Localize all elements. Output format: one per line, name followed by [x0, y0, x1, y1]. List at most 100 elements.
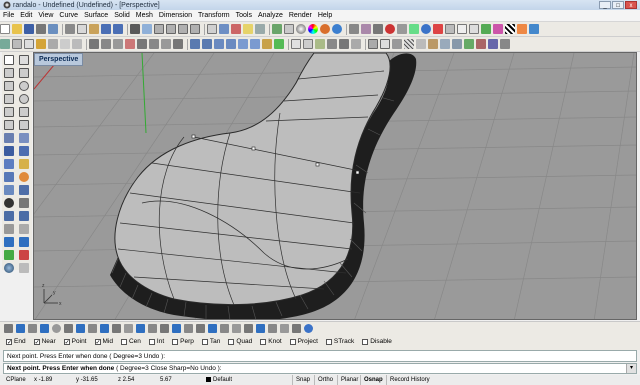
near-snap-icon[interactable] [16, 324, 25, 333]
snap-help-icon[interactable] [304, 324, 313, 333]
cen-snap-icon[interactable] [52, 324, 61, 333]
render-icon[interactable] [433, 24, 443, 34]
int-snap-icon[interactable] [64, 324, 73, 333]
move-icon[interactable] [190, 39, 200, 49]
environment-icon[interactable] [332, 24, 342, 34]
object-properties-icon[interactable] [12, 39, 22, 49]
ellipse-icon[interactable] [19, 94, 29, 104]
cap-icon[interactable] [500, 39, 510, 49]
insert-knot-icon[interactable] [327, 39, 337, 49]
perspective-viewport[interactable]: Perspective x y z [33, 52, 637, 320]
record-icon[interactable] [385, 24, 395, 34]
rendered-view-icon[interactable] [231, 24, 241, 34]
osnap-disable-checkbox[interactable] [362, 338, 369, 345]
menu-surface[interactable]: Surface [81, 12, 111, 19]
tan-snap-icon[interactable] [88, 324, 97, 333]
offset-icon[interactable] [161, 39, 171, 49]
leader-icon[interactable] [392, 39, 402, 49]
command-prompt[interactable]: Next point. Press Enter when done ( Degr… [3, 363, 637, 374]
chamfer-icon[interactable] [149, 39, 159, 49]
degree-icon[interactable] [445, 24, 455, 34]
track-snap-icon[interactable] [136, 324, 145, 333]
group-icon[interactable] [440, 39, 450, 49]
flow-icon[interactable] [274, 39, 284, 49]
boolean-union-icon[interactable] [464, 39, 474, 49]
osnap-near[interactable]: ✓ Near [33, 338, 56, 346]
options-icon[interactable] [397, 24, 407, 34]
osnap-tan-checkbox[interactable] [201, 338, 208, 345]
properties-icon[interactable] [284, 24, 294, 34]
osnap-point[interactable]: ✓ Point [63, 338, 87, 346]
rotate-view-icon[interactable] [142, 24, 152, 34]
select-all-icon[interactable] [255, 24, 265, 34]
layer-indicator[interactable]: Default [206, 375, 232, 385]
between-snap-icon[interactable] [196, 324, 205, 333]
osnap-end[interactable]: ✓ End [6, 338, 26, 346]
osnap-project-checkbox[interactable] [289, 338, 296, 345]
array-icon[interactable] [250, 39, 260, 49]
cone-icon[interactable] [19, 185, 29, 195]
offset-curve-icon[interactable] [19, 120, 29, 130]
osnap-knot[interactable]: Knot [260, 338, 282, 345]
free-form-icon[interactable] [4, 120, 14, 130]
close-button[interactable]: x [625, 1, 637, 9]
import-icon[interactable] [48, 24, 58, 34]
color-wheel-icon[interactable] [308, 24, 318, 34]
menu-transform[interactable]: Transform [195, 12, 233, 19]
network-srf-icon[interactable] [19, 159, 29, 169]
xray-view-icon[interactable] [469, 24, 479, 34]
polyline-icon[interactable] [4, 68, 14, 78]
menu-help[interactable]: Help [315, 12, 335, 19]
dimension-tool-icon[interactable] [4, 224, 14, 234]
zoom-extents-icon[interactable] [178, 24, 188, 34]
edit-point-icon[interactable] [339, 39, 349, 49]
osnap-strack-checkbox[interactable] [325, 338, 332, 345]
end-snap-icon[interactable] [4, 324, 13, 333]
point-icon[interactable] [19, 55, 29, 65]
mid-snap-icon[interactable] [40, 324, 49, 333]
scale-icon[interactable] [226, 39, 236, 49]
ortho-snap-icon[interactable] [268, 324, 277, 333]
redo-icon[interactable] [113, 24, 123, 34]
from-snap-icon[interactable] [220, 324, 229, 333]
move-tool-icon[interactable] [4, 237, 14, 247]
orient-icon[interactable] [262, 39, 272, 49]
points-on-icon[interactable] [291, 39, 301, 49]
viewport-title[interactable]: Perspective [34, 53, 84, 66]
zebra-icon[interactable] [505, 24, 515, 34]
vertex-snap-icon[interactable] [148, 324, 157, 333]
trim-icon[interactable] [89, 39, 99, 49]
menu-render[interactable]: Render [286, 12, 315, 19]
paste-icon[interactable] [89, 24, 99, 34]
pan-icon[interactable] [130, 24, 140, 34]
sphere-icon[interactable] [19, 172, 29, 182]
boolean-intersection-icon[interactable] [488, 39, 498, 49]
osnap-near-checkbox[interactable]: ✓ [33, 338, 40, 346]
points-off-icon[interactable] [303, 39, 313, 49]
copy-object-icon[interactable] [202, 39, 212, 49]
boolean-difference-icon[interactable] [476, 39, 486, 49]
join-icon[interactable] [113, 39, 123, 49]
undo-icon[interactable] [101, 24, 111, 34]
grid-icon[interactable] [207, 24, 217, 34]
handle-bar-icon[interactable] [351, 39, 361, 49]
new-file-icon[interactable] [0, 24, 10, 34]
print-icon[interactable] [36, 24, 46, 34]
material-icon[interactable] [320, 24, 330, 34]
osnap-knot-checkbox[interactable] [260, 338, 267, 345]
osnap-tan[interactable]: Tan [201, 338, 220, 345]
grid-snap-icon[interactable] [280, 324, 289, 333]
along-snap-icon[interactable] [208, 324, 217, 333]
osnap-icon[interactable] [349, 24, 359, 34]
menu-view[interactable]: View [35, 12, 56, 19]
cplane-indicator[interactable]: CPlane [6, 375, 26, 385]
script-icon[interactable] [373, 24, 383, 34]
ghosted-view-icon[interactable] [457, 24, 467, 34]
line-icon[interactable] [19, 68, 29, 78]
lock-icon[interactable] [36, 39, 46, 49]
osnap-mid[interactable]: ✓ Mid [94, 338, 113, 346]
zoom-selected-icon[interactable] [190, 24, 200, 34]
menu-file[interactable]: File [0, 12, 17, 19]
osnap-perp-checkbox[interactable] [172, 338, 179, 345]
extend-icon[interactable] [173, 39, 183, 49]
